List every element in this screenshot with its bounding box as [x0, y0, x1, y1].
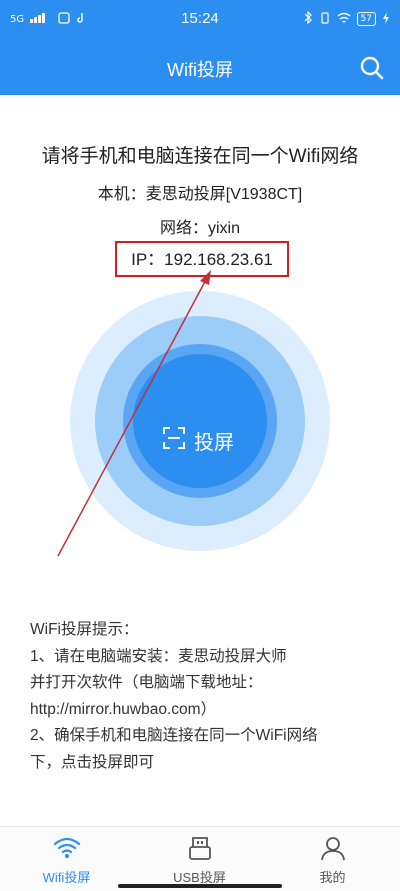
connection-instruction: 请将手机和电脑连接在同一个Wifi网络 — [41, 146, 359, 167]
usb-icon — [188, 837, 211, 860]
tips-line: 下，点击投屏即可 — [30, 753, 155, 771]
wifi-status-icon — [337, 12, 351, 27]
tips-line: 并打开次软件（电脑端下载地址： — [30, 674, 263, 691]
tab-label: 我的 — [319, 870, 346, 885]
tab-profile[interactable]: 我的 — [266, 827, 399, 891]
status-bar: 5G 15:24 57 — [0, 0, 400, 40]
search-icon — [360, 56, 384, 80]
search-button[interactable] — [358, 54, 386, 82]
ip-address-box: IP：192.168.23.61 — [115, 241, 289, 277]
page-title: Wifi投屏 — [167, 60, 233, 80]
network-name: 网络：yixin — [159, 220, 240, 237]
tips-download-url: http://mirror.huwbao.com） — [30, 700, 217, 718]
tab-label: Wifi投屏 — [42, 870, 91, 885]
bluetooth-icon — [304, 10, 313, 27]
cast-button-label: 投屏 — [194, 432, 234, 454]
tips-title: WiFi投屏提示： — [30, 621, 139, 638]
tab-usb-cast[interactable]: USB投屏 — [133, 827, 266, 891]
battery-icon: 57 — [356, 12, 376, 26]
tips-line: 1、请在电脑端安装：麦思动投屏大师 — [30, 647, 287, 665]
cast-button[interactable]: 投屏 — [133, 354, 267, 488]
tips-line: 2、确保手机和电脑连接在同一个WiFi网络 — [30, 727, 318, 744]
user-icon — [320, 837, 345, 861]
charging-icon — [382, 11, 390, 27]
app-header: Wifi投屏 — [0, 40, 400, 95]
tips-section: WiFi投屏提示： 1、请在电脑端安装：麦思动投屏大师 并打开次软件（电脑端下载… — [30, 617, 318, 776]
status-right-icons: 57 — [304, 10, 390, 27]
bottom-tab-bar: Wifi投屏 USB投屏 我的 — [0, 826, 400, 891]
home-indicator[interactable] — [118, 884, 282, 888]
wifi-icon — [53, 837, 80, 858]
tab-wifi-cast[interactable]: Wifi投屏 — [0, 827, 133, 891]
device-name: 本机：麦思动投屏[V1938CT] — [97, 186, 303, 203]
vibrate-icon — [319, 11, 331, 27]
